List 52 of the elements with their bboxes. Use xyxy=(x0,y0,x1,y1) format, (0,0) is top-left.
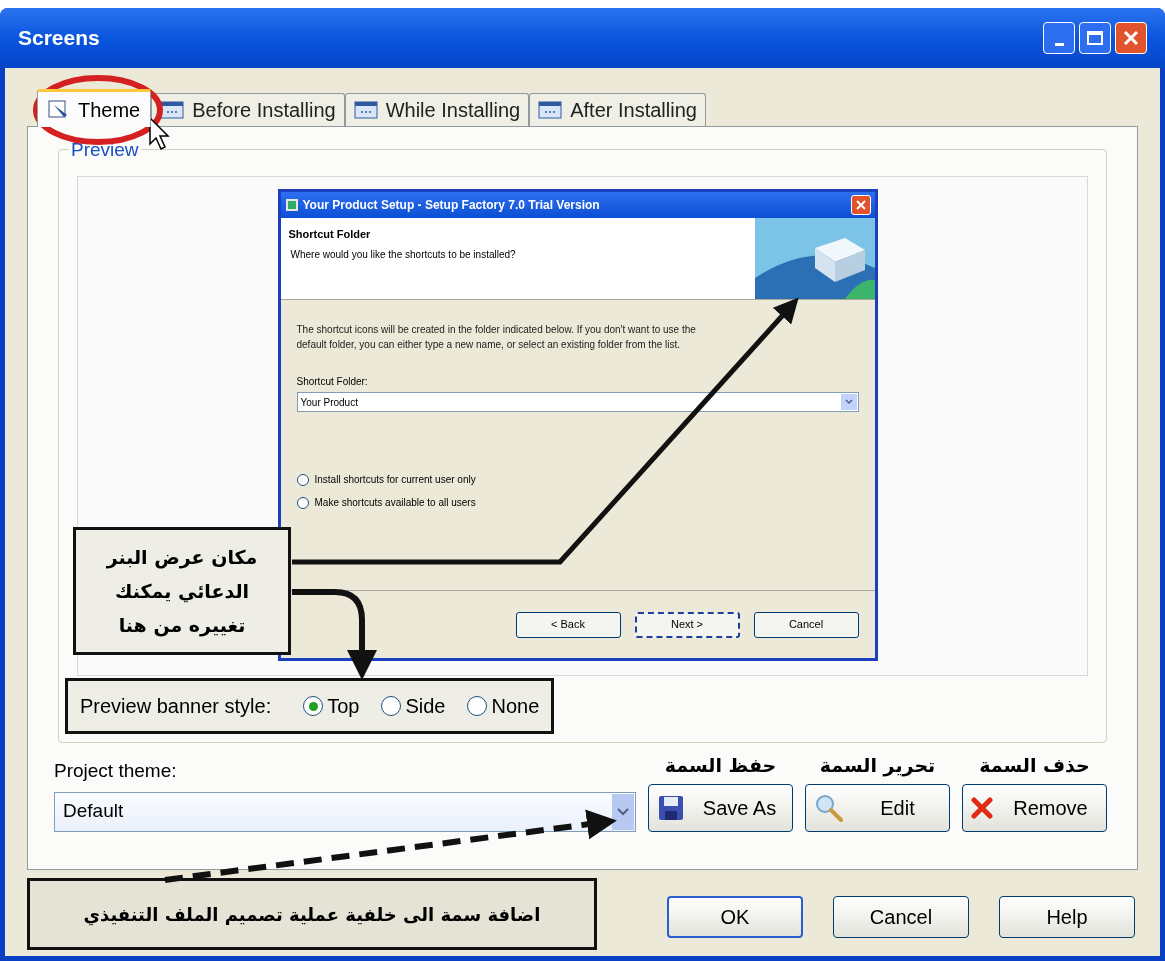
radio-label: None xyxy=(491,694,540,719)
app-icon xyxy=(284,198,299,212)
option-label: Install shortcuts for current user only xyxy=(314,473,476,487)
close-button[interactable] xyxy=(850,195,871,215)
window-icon xyxy=(160,101,185,119)
button-annotation: تحرير السمة xyxy=(818,753,937,779)
dropdown-icon xyxy=(612,793,634,830)
folder-combo-box[interactable]: Your Product xyxy=(296,392,859,412)
radio-label: Side xyxy=(405,694,446,719)
close-icon xyxy=(855,200,866,210)
close-button[interactable] xyxy=(1115,22,1147,54)
radio-label: Top xyxy=(327,694,360,719)
close-icon xyxy=(971,796,993,819)
header-subtitle: Where would you like the shortcuts to be installed? xyxy=(289,247,517,262)
dropdown-icon xyxy=(840,394,857,410)
field-label: Shortcut Folder: xyxy=(296,375,369,389)
window-icon xyxy=(538,101,563,119)
radio-button[interactable] xyxy=(467,696,488,716)
description-text: The shortcut icons will be created in the folder indicated below. If you don't want to use the default folder, you can either type a new name, or select an existing folder from the list. xyxy=(296,323,697,352)
tab[interactable]: After Installing xyxy=(529,93,706,126)
option-label: Make shortcuts available to all users xyxy=(314,496,476,510)
tab[interactable]: While Installing xyxy=(344,93,530,126)
close-icon xyxy=(1123,30,1139,46)
wizard-button[interactable]: < Back xyxy=(515,611,621,638)
button-annotation: حذف السمة xyxy=(978,753,1091,778)
radio-button[interactable] xyxy=(296,473,309,486)
radio-button[interactable] xyxy=(381,696,402,716)
magnifier-icon xyxy=(814,792,844,823)
tab[interactable]: Before Installing xyxy=(151,93,345,126)
radio-button[interactable] xyxy=(296,496,309,509)
dialog-button[interactable]: Help xyxy=(999,896,1135,938)
wizard-button[interactable]: Cancel xyxy=(753,611,859,638)
theme-action-button[interactable]: Save As xyxy=(648,783,793,832)
button-annotation: حفظ السمة xyxy=(663,753,778,778)
wizard-button[interactable]: Next > xyxy=(634,611,740,638)
window-title: Screens xyxy=(18,25,101,52)
banner-style-label: Preview banner style: xyxy=(80,694,272,719)
theme-combo-box[interactable]: Default xyxy=(54,791,636,832)
theme-action-button[interactable]: Edit xyxy=(805,783,950,832)
maximize-button[interactable] xyxy=(1079,22,1111,54)
radio-button[interactable] xyxy=(303,696,324,716)
project-theme-label: Project theme: xyxy=(54,759,178,783)
theme-action-button[interactable]: Remove xyxy=(962,783,1107,832)
theme-callout: اضافة سمة الى خلفية عملية تصميم الملف التنفيذي xyxy=(27,878,597,950)
dialog-button[interactable]: OK xyxy=(667,896,803,938)
minimize-button[interactable] xyxy=(1043,22,1075,54)
banner-callout: مكان عرض البنر الدعائي يمكنك تغييره من هنا xyxy=(73,527,291,655)
header-title: Shortcut Folder xyxy=(288,227,372,242)
window-icon xyxy=(353,101,378,119)
dialog-button[interactable]: Cancel xyxy=(833,896,969,938)
dialog-title: Your Product Setup - Setup Factory 7.0 Trial Version xyxy=(302,197,601,214)
tab[interactable]: Theme xyxy=(37,89,152,127)
